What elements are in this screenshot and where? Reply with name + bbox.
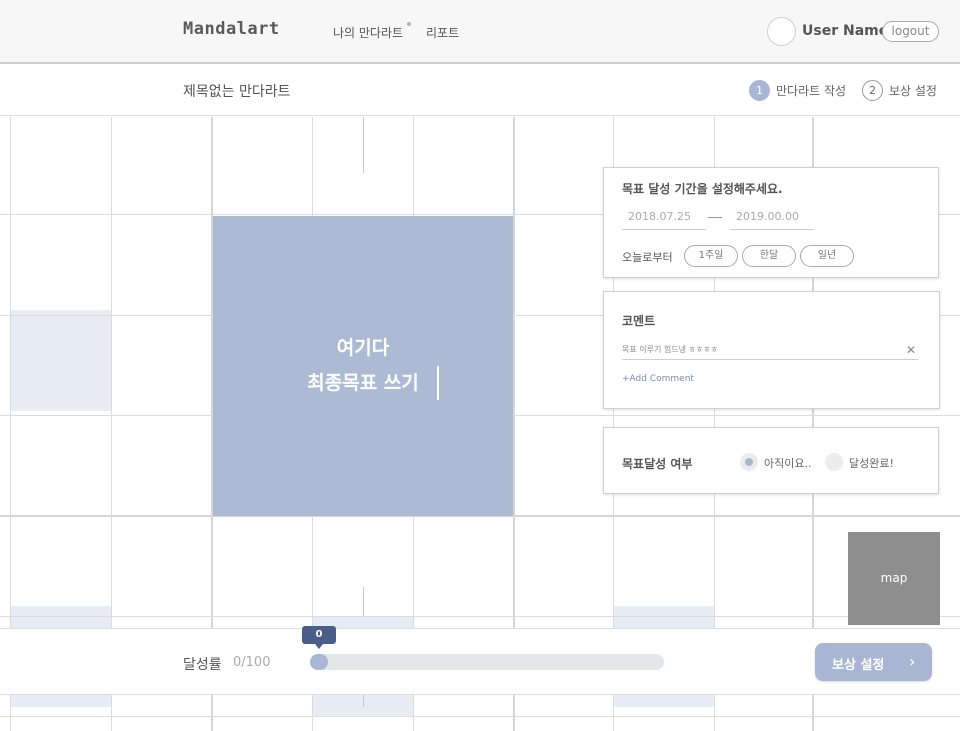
grid-cell-highlight[interactable] [11,310,111,411]
status-not-yet-radio[interactable] [740,453,758,471]
status-done-label[interactable]: 달성완료! [849,455,894,471]
close-icon[interactable]: ✕ [906,340,916,360]
grid-line [0,616,960,617]
date-range-dash [708,217,722,218]
center-goal-cell[interactable]: 여기다 최종목표 쓰기 [213,216,513,516]
app-logo[interactable]: Mandalart [183,19,280,39]
step-1-label: 만다라트 작성 [776,84,847,98]
progress-bubble: 0 [302,626,336,649]
connector-tick [363,117,364,173]
progress-track[interactable] [310,654,664,670]
step-2-label: 보상 설정 [889,84,937,98]
period-1-year-button[interactable]: 일년 [800,245,854,267]
minimap[interactable]: map [848,532,940,625]
status-done-radio[interactable] [825,453,843,471]
sub-header: 제목없는 만다라트 1 만다라트 작성 2 보상 설정 [0,66,960,116]
step-2-number: 2 [862,80,883,101]
goal-status-panel: 목표달성 여부 아직이요.. 달성완료! [603,427,939,494]
end-date-input[interactable]: 2019.00.00 [730,206,814,230]
mandalart-title[interactable]: 제목없는 만다라트 [183,81,291,101]
achievement-rate-value: 0/100 [233,655,271,670]
step-reward[interactable]: 2 보상 설정 [862,80,937,101]
logout-button[interactable]: logout [882,21,939,42]
avatar[interactable] [767,17,796,46]
achievement-rate-label: 달성률 [183,657,222,673]
period-1-month-button[interactable]: 한달 [742,245,796,267]
nav-active-dot [407,22,412,26]
nav-my-mandalart[interactable]: 나의 만다라트 [333,22,412,41]
top-header: Mandalart 나의 만다라트 리포트 User Name logout [0,0,960,64]
add-comment-link[interactable]: +Add Comment [622,374,694,384]
bottom-bar: 달성률 0/100 0 보상 설정 › [0,626,960,695]
progress-knob[interactable] [310,654,328,670]
reward-setting-button-label: 보상 설정 [832,658,885,673]
comment-item[interactable]: 목표 이루기 힘드넹 ㅎㅎㅎㅎ ✕ [622,340,918,360]
reward-setting-button[interactable]: 보상 설정 › [815,643,932,681]
center-goal-line-1: 여기다 [336,337,390,359]
nav-report[interactable]: 리포트 [426,24,459,41]
goal-status-title: 목표달성 여부 [622,457,693,471]
status-not-yet-label[interactable]: 아직이요.. [764,455,811,471]
center-goal-line-2: 최종목표 쓰기 [307,372,419,394]
step-1-number: 1 [749,80,770,101]
goal-period-panel: 목표 달성 기간을 설정해주세요. 2018.07.25 2019.00.00 … [603,167,939,278]
chevron-right-icon: › [909,652,916,671]
comment-panel: 코멘트 목표 이루기 힘드넹 ㅎㅎㅎㅎ ✕ +Add Comment [603,291,940,409]
user-name: User Name [802,23,889,39]
start-date-input[interactable]: 2018.07.25 [622,206,706,230]
grid-line [0,716,960,717]
text-cursor [437,366,439,400]
connector-tick [363,695,364,707]
goal-period-title: 목표 달성 기간을 설정해주세요. [622,182,783,196]
comment-title: 코멘트 [622,314,656,328]
from-today-label: 오늘로부터 [622,251,673,264]
period-1-week-button[interactable]: 1주일 [684,245,738,267]
step-write[interactable]: 1 만다라트 작성 [749,80,846,101]
connector-tick [363,587,364,617]
nav-my-mandalart-label: 나의 만다라트 [333,26,404,40]
comment-text: 목표 이루기 힘드넹 ㅎㅎㅎㅎ [622,345,718,354]
